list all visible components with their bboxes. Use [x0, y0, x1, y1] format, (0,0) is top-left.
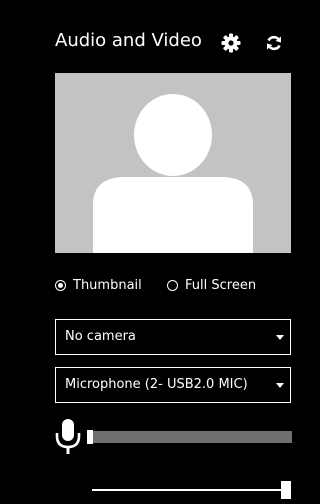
person-silhouette-icon [55, 73, 291, 253]
mic-level-meter [87, 431, 292, 443]
full-screen-radio-label: Full Screen [185, 278, 257, 293]
mic-level-indicator [87, 430, 93, 444]
settings-gear-icon[interactable] [219, 31, 243, 55]
chevron-down-icon [276, 335, 284, 340]
volume-slider-thumb[interactable] [281, 481, 291, 499]
microphone-select-value: Microphone (2- USB2.0 MIC) [65, 377, 248, 392]
volume-slider-track[interactable] [92, 489, 282, 491]
camera-preview [55, 73, 291, 253]
radio-selected-indicator [55, 280, 66, 291]
camera-select[interactable]: No camera [55, 319, 291, 355]
thumbnail-radio[interactable]: Thumbnail [55, 278, 142, 293]
chevron-down-icon [276, 383, 284, 388]
microphone-select[interactable]: Microphone (2- USB2.0 MIC) [55, 367, 291, 403]
thumbnail-radio-label: Thumbnail [73, 278, 142, 293]
radio-unselected-indicator [167, 280, 178, 291]
refresh-icon[interactable] [262, 31, 286, 55]
view-mode-options: Thumbnail Full Screen [55, 278, 295, 298]
panel-title: Audio and Video [55, 30, 202, 51]
full-screen-radio[interactable]: Full Screen [167, 278, 256, 293]
camera-select-value: No camera [65, 329, 136, 344]
microphone-icon [55, 419, 81, 457]
